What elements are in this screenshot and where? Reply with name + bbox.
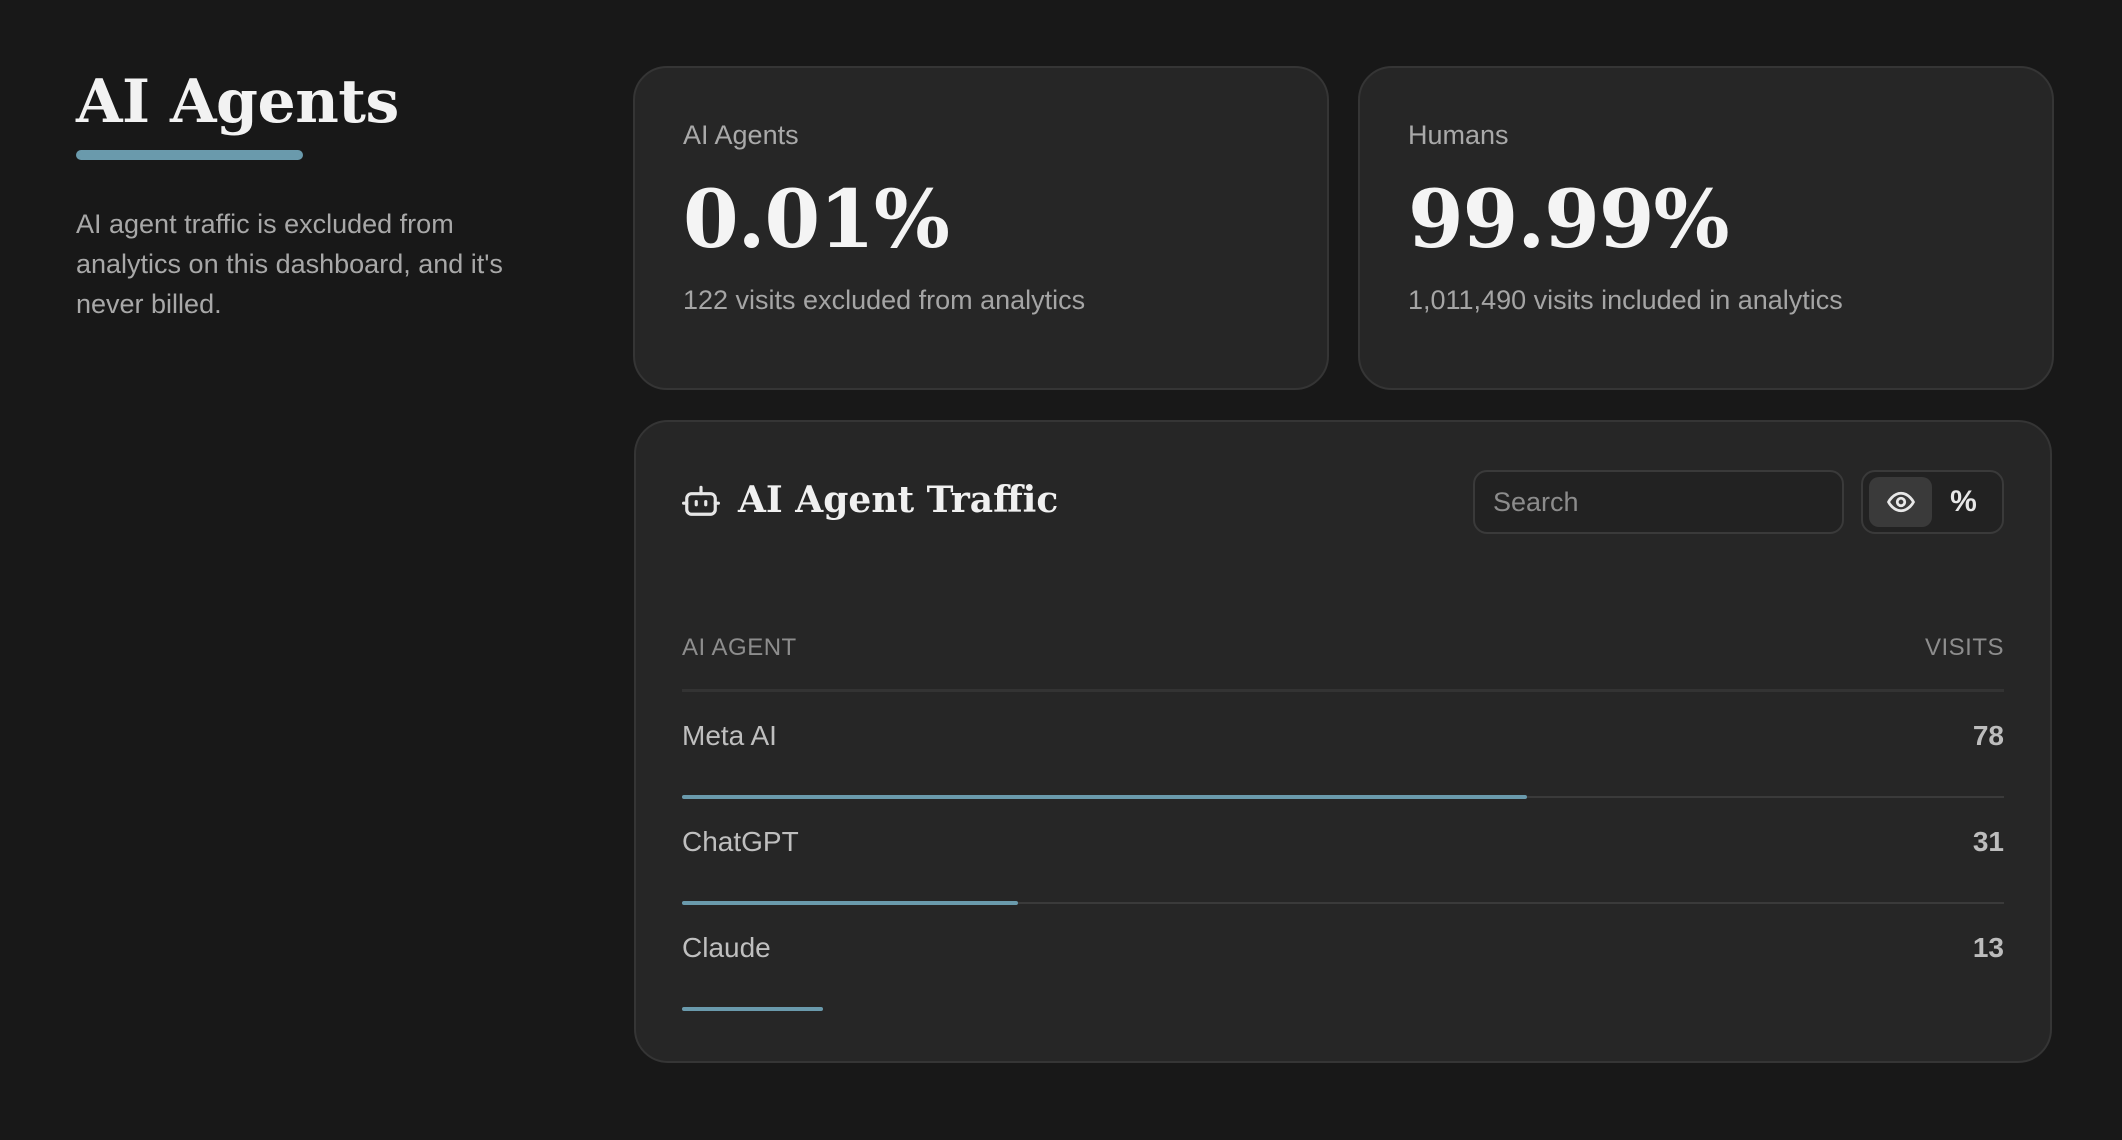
agent-visits: 31 [1972,826,2004,857]
column-header-agent: AI AGENT [682,633,797,661]
ai-agent-traffic-panel: AI Agent Traffic % AI AGENT VISITS Meta … [634,420,2052,1063]
agent-name: ChatGPT [682,826,799,857]
agent-name: Meta AI [682,720,777,751]
table-header: AI AGENT VISITS [682,582,2004,692]
humans-stat-value: 99.99% [1408,172,1730,266]
page-title: AI Agents [76,67,399,137]
ai-agents-stat-card: AI Agents 0.01% 122 visits excluded from… [633,66,1329,390]
visits-share-bar [682,1007,824,1011]
traffic-panel-title: AI Agent Traffic [738,479,1059,521]
row-divider [682,1008,2004,1010]
page: AI Agents AI agent traffic is excluded f… [0,0,2122,1140]
table-row[interactable]: Meta AI 78 [682,692,2004,799]
table-row[interactable]: ChatGPT 31 [682,798,2004,905]
humans-stat-sub: 1,011,490 visits included in analytics [1408,285,1843,315]
eye-icon [1886,491,1915,513]
traffic-title-group: AI Agent Traffic [682,478,1058,522]
table-row[interactable]: Claude 13 [682,904,2004,1011]
percent-toggle-button[interactable]: % [1932,477,1995,527]
ai-agents-stat-label: AI Agents [683,120,799,150]
search-input[interactable] [1473,470,1844,534]
ai-agents-stat-sub: 122 visits excluded from analytics [683,285,1086,315]
column-header-visits: VISITS [1924,633,2004,661]
robot-icon [682,485,720,516]
agent-visits: 78 [1972,720,2004,751]
ai-agents-stat-value: 0.01% [683,172,950,266]
view-mode-toggle: % [1861,470,2004,534]
humans-stat-label: Humans [1408,120,1509,150]
page-description: AI agent traffic is excluded from analyt… [76,209,503,319]
intro: AI Agents AI agent traffic is excluded f… [76,64,566,324]
agent-name: Claude [682,932,771,963]
agent-visits: 13 [1972,932,2004,963]
traffic-panel-header: AI Agent Traffic % [682,422,2004,582]
views-toggle-button[interactable] [1869,477,1932,527]
humans-stat-card: Humans 99.99% 1,011,490 visits included … [1358,66,2054,390]
title-underline [76,150,303,160]
